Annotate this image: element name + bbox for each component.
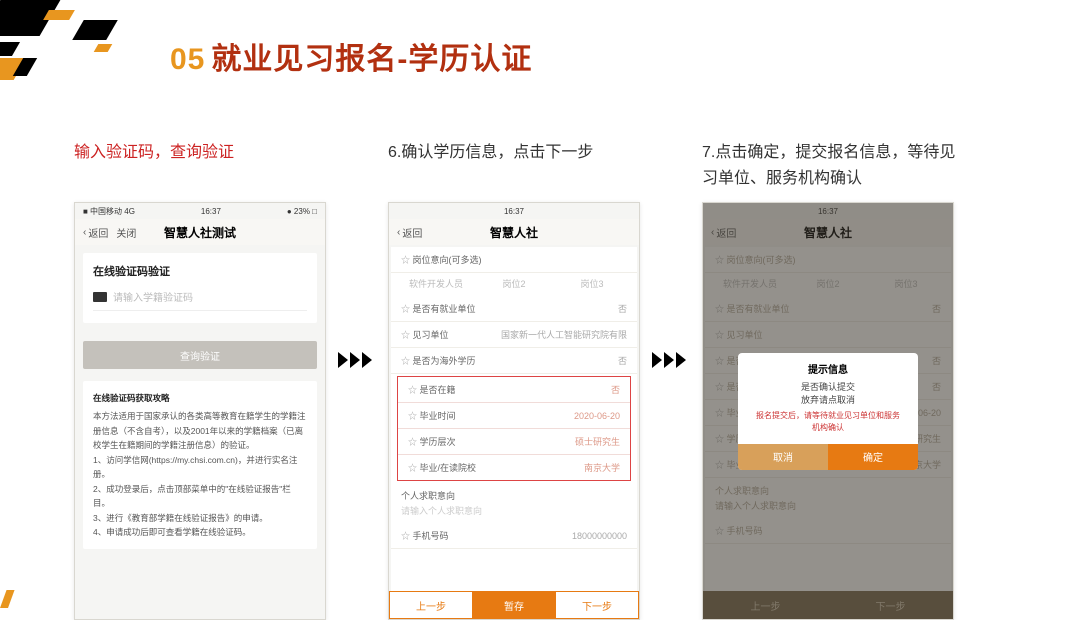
phone-1: ■ 中国移动 4G 16:37 ● 23% □ ‹返回关闭 智慧人社测试 在线验… [74,202,326,620]
verify-card: 在线验证码验证 请输入学籍验证码 [83,253,317,323]
code-placeholder: 请输入学籍验证码 [113,289,193,304]
id-card-icon [93,292,107,302]
field-internship-unit[interactable]: 见习单位国家新一代人工智能研究院有限 [391,322,637,348]
dialog-cancel-button[interactable]: 取消 [738,444,828,470]
bottom-left-accent [0,590,15,608]
arrow-1 [338,350,380,370]
field-graduate-date[interactable]: 毕业时间2020-06-20 [398,403,630,429]
nav-back[interactable]: ‹返回 [397,225,422,240]
code-input-row[interactable]: 请输入学籍验证码 [93,289,307,311]
step-5-caption: 输入验证码，查询验证 [74,140,330,192]
save-button[interactable]: 暂存 [473,591,555,619]
step-6-column: 6.确认学历信息，点击下一步 16:37 ‹返回 智慧人社 岗位意向(可多选) … [388,140,644,620]
help-body: 本方法适用于国家承认的各类高等教育在籍学生的学籍注册信息（不含自考），以及200… [93,409,307,539]
section-job-intention: 个人求职意向 [391,483,637,504]
carrier-label: ■ 中国移动 4G [83,206,135,217]
help-card: 在线验证码获取攻略 本方法适用于国家承认的各类高等教育在籍学生的学籍注册信息（不… [83,381,317,549]
verify-button[interactable]: 查询验证 [83,341,317,369]
step-5-column: 输入验证码，查询验证 ■ 中国移动 4G 16:37 ● 23% □ ‹返回关闭… [74,140,330,620]
field-phone[interactable]: 手机号码18000000000 [391,523,637,549]
job-intention-placeholder[interactable]: 请输入个人求职意向 [391,504,637,523]
battery-label: ● 23% □ [287,207,317,216]
position-chips: 软件开发人员 岗位2 岗位3 [391,273,637,296]
field-enrolled[interactable]: 是否在籍否 [398,377,630,403]
field-degree[interactable]: 学历层次硕士研究生 [398,429,630,455]
field-positions[interactable]: 岗位意向(可多选) [391,247,637,273]
dialog-ok-button[interactable]: 确定 [828,444,918,470]
chip-1[interactable]: 软件开发人员 [401,277,471,290]
modal-overlay: 提示信息 是否确认提交 放弃请点取消 报名提交后，请等待就业见习单位和服务机构确… [703,203,953,619]
highlighted-education-box: 是否在籍否 毕业时间2020-06-20 学历层次硕士研究生 毕业/在读院校南京… [397,376,631,481]
slide-number: 05 [170,43,205,76]
dialog-warning: 报名提交后，请等待就业见习单位和服务机构确认 [738,408,918,444]
dialog-message: 是否确认提交 放弃请点取消 [738,380,918,408]
field-school[interactable]: 毕业/在读院校南京大学 [398,455,630,480]
status-time: 16:37 [504,207,524,216]
field-has-employer[interactable]: 是否有就业单位否 [391,296,637,322]
nav-bar: ‹返回关闭 智慧人社测试 [75,219,325,245]
dialog-title: 提示信息 [738,353,918,380]
step-7-column: 7.点击确定，提交报名信息，等待见习单位、服务机构确认 16:37 ‹返回 智慧… [702,140,958,620]
nav-title: 智慧人社测试 [164,224,236,241]
slide-heading: 就业见习报名-学历认证 [211,43,532,76]
next-button[interactable]: 下一步 [555,591,639,619]
confirm-dialog: 提示信息 是否确认提交 放弃请点取消 报名提交后，请等待就业见习单位和服务机构确… [738,353,918,470]
phone-3: 16:37 ‹返回 智慧人社 岗位意向(可多选) 软件开发人员岗位2岗位3 是否… [702,202,954,620]
prev-button[interactable]: 上一步 [389,591,473,619]
form-footer: 上一步 暂存 下一步 [389,591,639,619]
help-title: 在线验证码获取攻略 [93,391,307,405]
status-time: 16:37 [201,207,221,216]
nav-back[interactable]: ‹返回关闭 [83,225,136,240]
phone-2: 16:37 ‹返回 智慧人社 岗位意向(可多选) 软件开发人员 岗位2 岗位3 … [388,202,640,620]
nav-close[interactable]: 关闭 [116,225,136,240]
step-6-caption: 6.确认学历信息，点击下一步 [388,140,644,192]
chip-3[interactable]: 岗位3 [557,277,627,290]
corner-decoration [0,0,140,90]
status-bar: 16:37 [389,203,639,219]
card-title: 在线验证码验证 [93,263,307,279]
field-overseas[interactable]: 是否为海外学历否 [391,348,637,374]
form-body: 岗位意向(可多选) 软件开发人员 岗位2 岗位3 是否有就业单位否 见习单位国家… [391,247,637,591]
nav-bar: ‹返回 智慧人社 [389,219,639,245]
slide-title: 05就业见习报名-学历认证 [170,34,532,78]
chip-2[interactable]: 岗位2 [479,277,549,290]
nav-title: 智慧人社 [490,224,538,241]
content-row: 输入验证码，查询验证 ■ 中国移动 4G 16:37 ● 23% □ ‹返回关闭… [74,140,1020,620]
arrow-2 [652,350,694,370]
step-7-caption: 7.点击确定，提交报名信息，等待见习单位、服务机构确认 [702,140,958,192]
status-bar: ■ 中国移动 4G 16:37 ● 23% □ [75,203,325,219]
